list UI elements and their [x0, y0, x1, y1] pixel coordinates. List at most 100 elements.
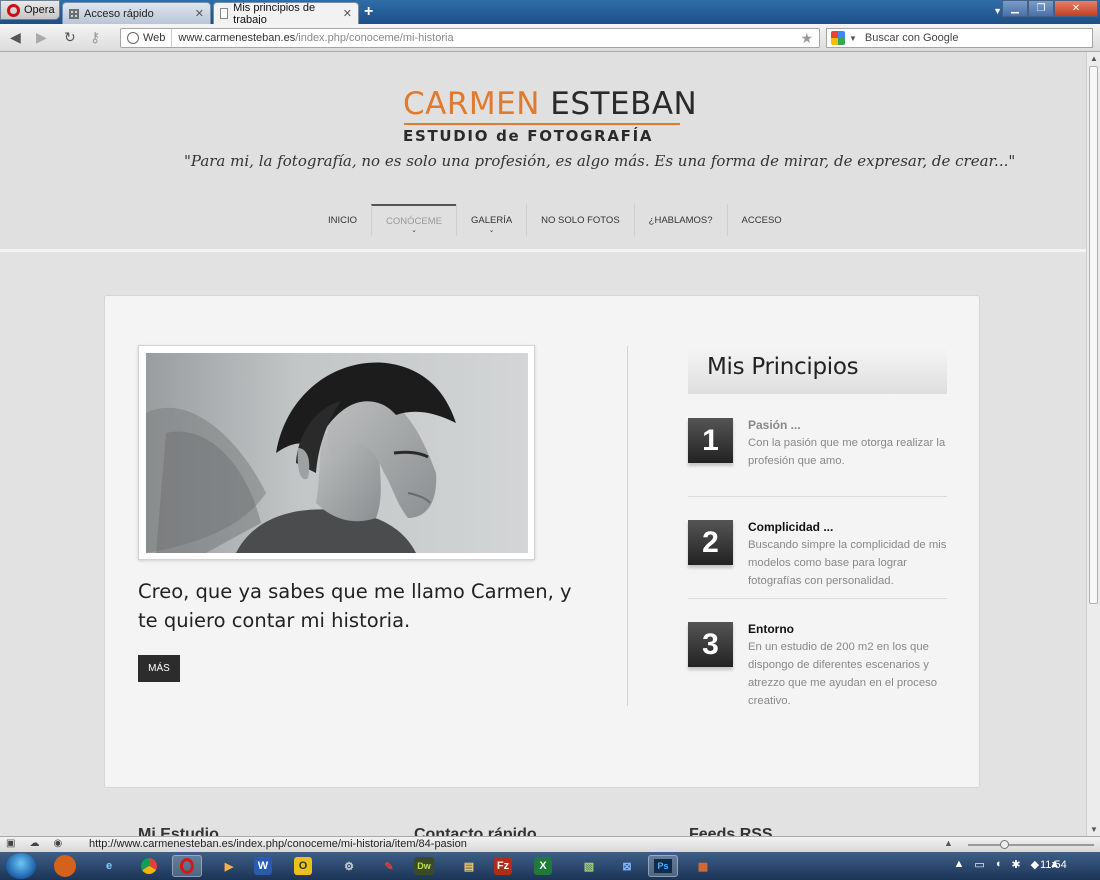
- tab-label: Acceso rápido: [84, 7, 154, 20]
- chevron-down-icon[interactable]: ▼: [849, 34, 857, 43]
- principle-number: 2: [688, 520, 733, 565]
- notes-icon[interactable]: O: [294, 857, 312, 875]
- more-button[interactable]: MÁS: [138, 655, 180, 682]
- show-hidden-icons-icon[interactable]: ▲: [953, 858, 964, 871]
- menu-label: ¿HABLAMOS?: [648, 214, 713, 226]
- footer-headings: Mi Estudio Contacto rápido Feeds RSS: [0, 826, 1086, 836]
- remote-desktop-icon[interactable]: ⊠: [612, 855, 642, 877]
- footer-heading: Mi Estudio: [138, 826, 219, 836]
- acrobat-icon[interactable]: ✎: [374, 855, 404, 877]
- back-icon[interactable]: ◀: [10, 29, 21, 46]
- forward-icon[interactable]: ▶: [36, 29, 47, 46]
- media-player-icon[interactable]: ▶: [214, 855, 244, 877]
- opera-taskbar-icon[interactable]: [172, 855, 202, 877]
- photoshop-icon[interactable]: Ps: [648, 855, 678, 877]
- dreamweaver-icon[interactable]: Dw: [414, 857, 434, 875]
- opera-menu-button[interactable]: Opera: [0, 0, 60, 20]
- tab-list-arrow-icon[interactable]: ▼: [993, 6, 1002, 16]
- close-icon[interactable]: ✕: [195, 7, 204, 20]
- browser-tab-bar: Opera Acceso rápido ✕ Mis principios de …: [0, 0, 1100, 26]
- bookmark-star-icon[interactable]: ★: [800, 30, 819, 47]
- maximize-button[interactable]: ❐: [1028, 0, 1054, 17]
- globe-icon: [127, 32, 139, 44]
- principles-heading: Mis Principios: [688, 345, 947, 394]
- site-header: CARMEN ESTEBAN ESTUDIO de FOTOGRAFÍA "Pa…: [0, 52, 1086, 252]
- logo-first: CARMEN: [403, 86, 540, 122]
- filezilla-icon[interactable]: Fz: [494, 857, 512, 875]
- status-icons: ▣ ☁ ◉: [6, 838, 62, 849]
- menu-item-acceso[interactable]: ACCESO: [726, 204, 796, 236]
- opera-menu-label: Opera: [24, 4, 55, 16]
- page-viewport: CARMEN ESTEBAN ESTUDIO de FOTOGRAFÍA "Pa…: [0, 52, 1086, 836]
- url-host: www.carmenesteban.es: [178, 32, 296, 44]
- address-input[interactable]: www.carmenesteban.es/index.php/conoceme/…: [172, 32, 800, 44]
- grid-icon: [69, 8, 79, 19]
- url-path: /index.php/conoceme/mi-historia: [295, 32, 454, 44]
- network-icon[interactable]: ✱: [1011, 858, 1020, 871]
- portrait-illustration: [146, 362, 456, 553]
- close-window-button[interactable]: ✕: [1054, 0, 1098, 17]
- browser-nav-bar: ◀ ▶ ↻ ⚷ Web www.carmenesteban.es/index.p…: [0, 24, 1100, 52]
- firefox-icon[interactable]: [54, 855, 76, 877]
- status-url: http://www.carmenesteban.es/index.php/co…: [89, 838, 467, 850]
- scroll-up-icon[interactable]: ▲: [1090, 54, 1098, 63]
- tab-label: Mis principios de trabajo: [233, 1, 316, 26]
- folder-icon[interactable]: ▤: [454, 855, 484, 877]
- tab-active-page[interactable]: Mis principios de trabajo ✕: [213, 1, 359, 26]
- address-bar[interactable]: Web www.carmenesteban.es/index.php/conoc…: [120, 28, 820, 48]
- intro-text: Creo, que ya sabes que me llamo Carmen, …: [138, 580, 572, 632]
- toolbox-icon[interactable]: ▦: [688, 855, 718, 877]
- close-icon[interactable]: ✕: [343, 7, 352, 20]
- internet-explorer-icon[interactable]: e: [94, 855, 124, 877]
- key-icon[interactable]: ⚷: [90, 29, 100, 46]
- menu-item-no-solo-fotos[interactable]: NO SOLO FOTOS: [526, 204, 633, 236]
- site-logo[interactable]: CARMEN ESTEBAN: [403, 86, 697, 122]
- search-box[interactable]: ▼ Buscar con Google: [826, 28, 1093, 48]
- reload-icon[interactable]: ↻: [64, 29, 76, 46]
- chevron-down-icon: ⌄: [411, 227, 417, 234]
- volume-icon[interactable]: ◖: [995, 858, 1002, 871]
- zoom-slider[interactable]: [968, 840, 1094, 849]
- menu-label: CONÓCEME: [386, 215, 442, 227]
- page-icon: [220, 8, 229, 19]
- windows-taskbar: e ▶ W O ⚙ ✎ Dw ▤ Fz X ▧ ⊠ Ps ▦ ▲ ▭ ◖ ✱ ◆…: [0, 852, 1100, 880]
- start-button[interactable]: [6, 853, 36, 879]
- new-tab-button[interactable]: +: [364, 3, 373, 21]
- principle-text: Buscando simpre la complicidad de mis mo…: [748, 539, 947, 587]
- principle-title[interactable]: Pasión ...: [748, 418, 801, 432]
- photo-frame: [138, 345, 535, 560]
- panel-toggle-icon[interactable]: ▣: [6, 838, 15, 849]
- security-icon[interactable]: ◆: [1031, 858, 1039, 871]
- menu-item-conoceme[interactable]: CONÓCEME ⌄: [371, 204, 456, 236]
- menu-item-inicio[interactable]: INICIO: [314, 204, 371, 236]
- taskbar-clock[interactable]: 11:54: [1040, 859, 1067, 871]
- cloud-icon[interactable]: ☁: [29, 838, 39, 849]
- portrait-photo[interactable]: [146, 353, 528, 553]
- zoom-menu-icon[interactable]: ▲: [944, 838, 953, 848]
- image-viewer-icon[interactable]: ▧: [574, 855, 604, 877]
- excel-icon[interactable]: X: [534, 857, 552, 875]
- site-info-badge[interactable]: Web: [121, 29, 173, 47]
- principle-title[interactable]: Complicidad ...: [748, 520, 833, 534]
- zoom-slider-knob[interactable]: [1000, 840, 1009, 849]
- column-divider: [627, 346, 628, 706]
- page-scrollbar[interactable]: ▲ ▼: [1086, 52, 1100, 836]
- tab-speed-dial[interactable]: Acceso rápido ✕: [62, 2, 211, 24]
- menu-item-hablamos[interactable]: ¿HABLAMOS?: [633, 204, 727, 236]
- browser-status-bar: ▣ ☁ ◉ http://www.carmenesteban.es/index.…: [0, 836, 1100, 852]
- footer-heading: Contacto rápido: [414, 826, 537, 836]
- menu-item-galeria[interactable]: GALERÍA ⌄: [455, 204, 526, 236]
- settings-icon[interactable]: ⚙: [334, 855, 364, 877]
- turbo-icon[interactable]: ◉: [53, 838, 62, 849]
- chrome-icon[interactable]: [134, 855, 164, 877]
- principle-text: Con la pasión que me otorga realizar la …: [748, 437, 946, 467]
- word-icon[interactable]: W: [254, 857, 272, 875]
- principle-title[interactable]: Entorno: [748, 622, 794, 636]
- logo-underline: [404, 123, 680, 125]
- google-icon: [831, 31, 845, 45]
- display-icon[interactable]: ▭: [974, 858, 984, 871]
- scrollbar-thumb[interactable]: [1089, 66, 1098, 604]
- divider: [688, 496, 947, 497]
- scroll-down-icon[interactable]: ▼: [1090, 825, 1098, 834]
- minimize-button[interactable]: ▁: [1002, 0, 1028, 17]
